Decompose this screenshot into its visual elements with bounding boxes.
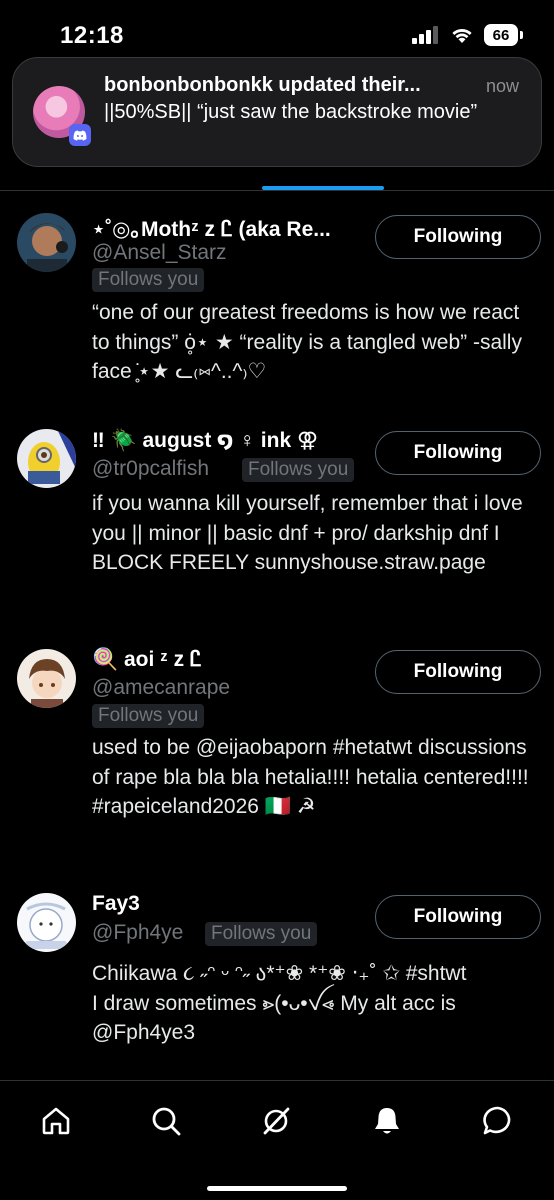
status-time: 12:18 [60, 22, 124, 49]
notification-body: ||50%SB|| “just saw the backstroke movie… [104, 101, 478, 123]
status-icons: 66 [412, 24, 523, 46]
signal-icon [412, 26, 438, 44]
user-name: ⋆˚◎｡Mothᶻ z Ꮭ (aka Re... [92, 218, 331, 241]
following-button[interactable]: Following [375, 215, 541, 259]
avatar[interactable] [17, 893, 76, 952]
user-name: ‼ 🪲 august ໑ ♀ ink ⚢ [92, 429, 319, 452]
user-bio: used to be @eijaobaporn #hetatwt discuss… [92, 736, 529, 818]
follows-you-badge: Follows you [92, 704, 205, 728]
tab-divider [0, 190, 554, 191]
following-button[interactable]: Following [375, 650, 541, 694]
bottom-nav [0, 1080, 554, 1200]
follows-you-badge: Follows you [242, 458, 355, 482]
user-name: Fay3 [92, 892, 140, 915]
user-bio: Chiikawa ૮ ˶ᵔ ᵕ ᵔ˶ ა*⁺❀ *⁺❀ ‧₊˚ ✩ #shtwt… [92, 962, 467, 1044]
home-icon[interactable] [36, 1101, 76, 1141]
wifi-icon [452, 28, 472, 43]
notification-banner[interactable]: bonbonbonbonkk updated their... now ||50… [12, 57, 542, 167]
avatar[interactable] [17, 429, 76, 488]
following-button[interactable]: Following [375, 895, 541, 939]
follows-you-badge: Follows you [205, 922, 318, 946]
user-bio: “one of our greatest freedoms is how we … [92, 301, 522, 383]
search-icon[interactable] [146, 1101, 186, 1141]
user-bio: if you wanna kill yourself, remember tha… [92, 492, 523, 574]
home-indicator [207, 1186, 347, 1191]
avatar[interactable] [17, 213, 76, 272]
user-handle: @Fph4ye [92, 921, 184, 944]
grok-icon[interactable] [256, 1101, 296, 1141]
bell-icon[interactable] [367, 1101, 407, 1141]
following-button[interactable]: Following [375, 431, 541, 475]
notification-title: bonbonbonbonkk updated their... [104, 74, 421, 96]
battery-icon: 66 [484, 24, 523, 46]
user-name: 🍭 aoi ᶻ z Ꮭ [92, 648, 202, 671]
message-icon[interactable] [478, 1101, 518, 1141]
follows-you-badge: Follows you [92, 268, 205, 292]
avatar[interactable] [17, 649, 76, 708]
notification-time: now [485, 76, 519, 96]
user-handle: @amecanrape [92, 676, 231, 699]
user-handle: @Ansel_Starz [92, 241, 227, 264]
user-handle: @tr0pcalfish [92, 457, 210, 480]
discord-icon [69, 124, 91, 146]
